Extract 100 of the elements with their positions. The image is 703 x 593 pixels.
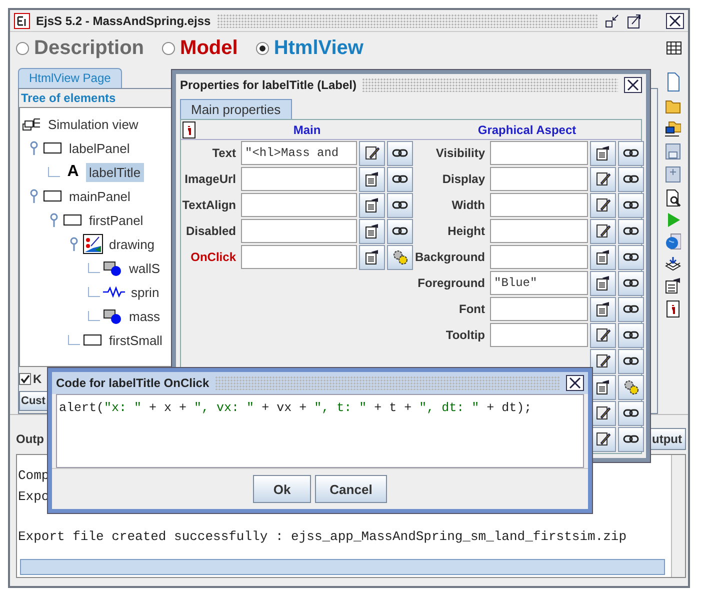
property-tool-button[interactable] [387, 244, 413, 270]
property-tool-button[interactable] [387, 166, 413, 192]
property-field[interactable] [241, 245, 357, 269]
property-tool-button[interactable] [618, 140, 644, 166]
tree-branch-icon [88, 263, 100, 273]
property-field[interactable]: "Blue" [490, 271, 588, 295]
property-tool-button[interactable] [618, 322, 644, 348]
property-tool-button[interactable] [590, 140, 616, 166]
globe-icon [665, 233, 681, 251]
tree-item[interactable]: labelPanel [66, 138, 133, 158]
tree-item[interactable]: drawing [106, 234, 158, 254]
property-tool-button[interactable] [618, 296, 644, 322]
property-tool-button[interactable] [590, 296, 616, 322]
shape-icon [103, 308, 123, 324]
table-icon[interactable] [666, 40, 682, 56]
window-title: EjsS 5.2 - MassAndSpring.ejss [36, 14, 211, 28]
property-field[interactable] [490, 167, 588, 191]
gear-icon [392, 249, 408, 265]
tree-item[interactable]: mainPanel [66, 186, 134, 206]
close-button[interactable] [566, 375, 584, 391]
preview-icon [665, 189, 681, 207]
close-icon [669, 14, 681, 26]
vertical-scrollbar[interactable] [671, 455, 685, 577]
property-field[interactable] [490, 141, 588, 165]
property-label: Foreground [416, 276, 486, 290]
property-tool-button[interactable] [618, 218, 644, 244]
mode-radio[interactable]: HtmlView [256, 36, 364, 60]
property-tool-button[interactable] [590, 244, 616, 270]
property-field[interactable] [241, 167, 357, 191]
save-as-icon [665, 166, 681, 184]
property-field[interactable] [241, 193, 357, 217]
tree-item[interactable]: sprin [128, 282, 162, 302]
tree-item[interactable]: firstSmall [106, 330, 166, 350]
close-button[interactable] [624, 77, 642, 93]
network-folder-icon [665, 120, 681, 138]
clipboard-icon [595, 301, 611, 317]
property-tool-button[interactable] [387, 140, 413, 166]
property-tool-button[interactable] [618, 166, 644, 192]
clipboard-icon [364, 197, 380, 213]
horizontal-scrollbar[interactable] [20, 559, 665, 575]
property-tool-button[interactable] [359, 166, 385, 192]
tree-branch-icon [68, 335, 80, 345]
mode-radio[interactable]: Model [162, 36, 238, 60]
panel-icon [43, 140, 63, 156]
property-tool-button[interactable] [590, 218, 616, 244]
dialog-button[interactable]: Cancel [315, 475, 387, 503]
property-tool-button[interactable] [590, 166, 616, 192]
save-icon [665, 143, 681, 161]
tree-item[interactable]: mass [126, 306, 164, 326]
property-field[interactable] [490, 297, 588, 321]
property-tool-button[interactable] [590, 270, 616, 296]
close-button[interactable] [666, 12, 684, 28]
property-tool-button[interactable] [359, 244, 385, 270]
stack-icon [665, 256, 681, 272]
property-field[interactable] [490, 323, 588, 347]
code-editor[interactable]: alert("x: " + x + ", vx: " + vx + ", t: " + t + ", dt: " + dt); [56, 394, 584, 468]
notepad-pencil-icon [595, 405, 611, 421]
property-field[interactable] [490, 219, 588, 243]
property-tool-button[interactable] [618, 426, 644, 452]
property-label: Tooltip [444, 328, 486, 342]
property-tool-button[interactable] [359, 218, 385, 244]
property-field[interactable]: "<hl>Mass and [241, 141, 357, 165]
tree-branch-icon [48, 167, 60, 177]
chart-icon [83, 234, 103, 254]
property-tool-button[interactable] [590, 192, 616, 218]
property-tool-button[interactable] [618, 348, 644, 374]
property-field[interactable] [490, 245, 588, 269]
tree-item[interactable]: firstPanel [86, 210, 146, 230]
panel-icon [43, 188, 63, 204]
property-tool-button[interactable] [618, 192, 644, 218]
property-tool-button[interactable] [590, 322, 616, 348]
tree-item[interactable]: wallS [126, 258, 164, 278]
property-tool-button[interactable] [618, 270, 644, 296]
tree-heading: Tree of elements [20, 91, 117, 105]
property-tool-button[interactable] [387, 218, 413, 244]
close-icon [627, 79, 639, 91]
property-tool-button[interactable] [618, 400, 644, 426]
label-icon: A [63, 163, 83, 181]
property-tool-button[interactable] [590, 348, 616, 374]
property-tool-button[interactable] [618, 374, 644, 400]
hierarchy-icon [22, 116, 42, 132]
clipboard-icon [595, 249, 611, 265]
property-field[interactable] [490, 193, 588, 217]
tree-item[interactable]: Simulation view [45, 114, 142, 134]
dialog-button[interactable]: Ok [253, 475, 311, 503]
property-tool-button[interactable] [618, 244, 644, 270]
checkbox[interactable] [19, 373, 31, 385]
properties-tab[interactable]: Main properties [180, 99, 292, 119]
minimize-icon[interactable] [604, 12, 620, 28]
property-label: Visibility [434, 146, 486, 160]
property-field[interactable] [241, 219, 357, 243]
property-tool-button[interactable] [387, 192, 413, 218]
tree-item[interactable]: labelTitle [86, 162, 144, 182]
notepad-pencil-icon [364, 145, 380, 161]
maximize-icon[interactable] [626, 12, 642, 28]
clipboard-icon [665, 277, 681, 295]
property-tool-button[interactable] [359, 140, 385, 166]
property-tool-button[interactable] [359, 192, 385, 218]
run-icon [665, 212, 681, 228]
clipboard-icon [595, 275, 611, 291]
